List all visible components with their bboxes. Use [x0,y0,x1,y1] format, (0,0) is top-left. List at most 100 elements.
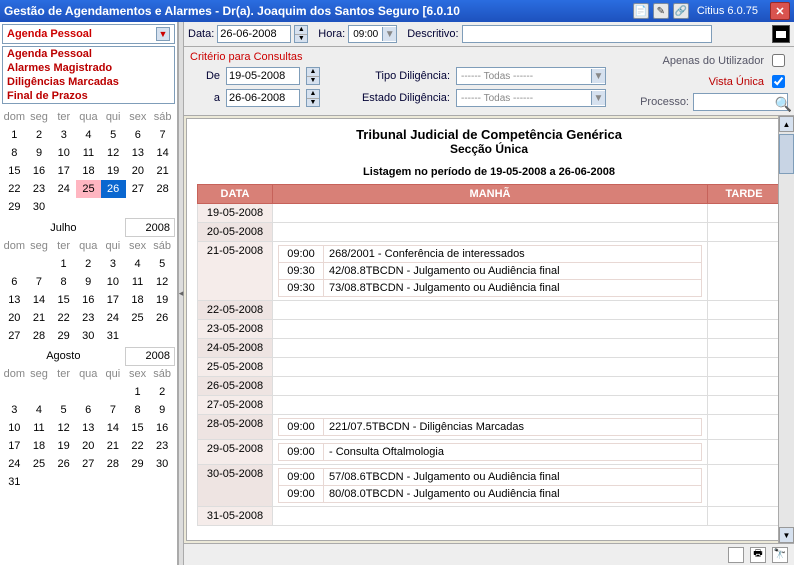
calendar-day[interactable]: 9 [27,144,52,162]
calendar-day[interactable] [125,327,150,345]
calendar-day[interactable]: 31 [101,327,126,345]
calendar-day[interactable]: 3 [2,401,27,419]
chevron-down-icon[interactable]: ▼ [156,27,170,41]
calendar-day[interactable]: 18 [27,437,52,455]
a-spinner[interactable]: ▲▼ [306,89,320,107]
calendar-day[interactable] [76,198,101,216]
calendar-day[interactable]: 3 [101,255,126,273]
data-spinner[interactable]: ▲▼ [294,25,308,43]
binocular-icon[interactable]: 🔭 [772,547,788,563]
a-input[interactable] [226,89,300,107]
calendar-day[interactable]: 20 [2,309,27,327]
calendar-day[interactable] [51,473,76,491]
calendar-day[interactable]: 4 [125,255,150,273]
calendar-day[interactable]: 11 [125,273,150,291]
vista-checkbox[interactable] [772,75,785,88]
edit-icon[interactable]: ✎ [653,3,669,19]
calendar-day[interactable]: 9 [76,273,101,291]
menu-item[interactable]: Diligências Marcadas [3,75,174,89]
calendar-day[interactable] [101,473,126,491]
calendar-day[interactable]: 26 [101,180,126,198]
calendar-day[interactable]: 29 [51,327,76,345]
calendar-day[interactable]: 5 [51,401,76,419]
calendar-day[interactable]: 24 [2,455,27,473]
calendar-day[interactable]: 27 [2,327,27,345]
calendar-day[interactable]: 13 [126,144,151,162]
calendar-day[interactable]: 23 [76,309,101,327]
calendar-day[interactable]: 27 [126,180,151,198]
calendar-day[interactable]: 25 [125,309,150,327]
calendar-day[interactable]: 16 [150,419,175,437]
calendar-day[interactable] [126,198,151,216]
calendar-day[interactable]: 5 [150,255,175,273]
calendar-day[interactable]: 19 [51,437,76,455]
calendar-day[interactable]: 27 [76,455,101,473]
calendar-day[interactable]: 14 [150,144,175,162]
calendar-day[interactable]: 29 [2,198,27,216]
calendar-day[interactable]: 23 [150,437,175,455]
scrollbar[interactable]: ▲ ▼ [778,116,794,543]
pdf-icon[interactable]: ⬇ [728,547,744,563]
calendar-day[interactable]: 10 [101,273,126,291]
chevron-down-icon[interactable]: ▼ [382,27,396,41]
calendar-day[interactable] [2,383,27,401]
menu-item[interactable]: Agenda Pessoal [3,47,174,61]
de-spinner[interactable]: ▲▼ [306,67,320,85]
descritivo-input[interactable] [462,25,712,43]
calendar-day[interactable]: 5 [101,126,126,144]
calendar-day[interactable]: 28 [150,180,175,198]
menu-item[interactable]: Final de Prazos [3,89,174,103]
calendar-day[interactable]: 22 [125,437,150,455]
calendar-day[interactable]: 6 [126,126,151,144]
calendar-day[interactable]: 28 [27,327,52,345]
calendar-day[interactable] [27,473,52,491]
calendar-day[interactable] [101,383,126,401]
calendar-day[interactable] [76,473,101,491]
calendar-day[interactable] [51,198,76,216]
search-icon[interactable]: 🔍 [775,96,792,113]
calendar-day[interactable]: 10 [51,144,76,162]
calendar-day[interactable]: 7 [101,401,126,419]
calendar-day[interactable]: 26 [150,309,175,327]
calendar-day[interactable]: 26 [51,455,76,473]
calendar-day[interactable]: 29 [125,455,150,473]
year-label[interactable]: 2008 [125,347,174,365]
calendar-day[interactable] [27,383,52,401]
link-icon[interactable]: 🔗 [673,3,689,19]
calendar-day[interactable]: 22 [2,180,27,198]
calendar-day[interactable]: 25 [76,180,101,198]
calendar-day[interactable]: 11 [27,419,52,437]
scroll-thumb[interactable] [779,134,794,174]
calendar-day[interactable]: 4 [27,401,52,419]
save-button[interactable] [772,25,790,43]
calendar-day[interactable] [2,255,27,273]
calendar-day[interactable] [101,198,126,216]
calendar-day[interactable]: 8 [125,401,150,419]
calendar-day[interactable]: 15 [51,291,76,309]
calendar-day[interactable]: 25 [27,455,52,473]
calendar-day[interactable]: 30 [76,327,101,345]
calendar-day[interactable]: 15 [125,419,150,437]
calendar-day[interactable] [150,198,175,216]
calendar-day[interactable]: 10 [2,419,27,437]
tipo-select[interactable]: ------ Todas ------ ▼ [456,67,606,85]
calendar-day[interactable]: 1 [2,126,27,144]
hora-select[interactable]: 09:00 ▼ [348,25,397,43]
notes-icon[interactable]: 📄 [633,3,649,19]
calendar-day[interactable]: 19 [101,162,126,180]
scroll-up-icon[interactable]: ▲ [779,116,794,132]
calendar-day[interactable]: 21 [150,162,175,180]
calendar-day[interactable]: 1 [125,383,150,401]
print-icon[interactable]: 🖶 [750,547,766,563]
calendar-day[interactable]: 4 [76,126,101,144]
calendar-day[interactable]: 20 [76,437,101,455]
calendar-day[interactable]: 2 [27,126,52,144]
chevron-down-icon[interactable]: ▼ [591,69,605,83]
calendar-day[interactable] [51,383,76,401]
menu-item[interactable]: Alarmes Magistrado [3,61,174,75]
year-label[interactable]: 2008 [125,219,174,237]
close-button[interactable]: ✕ [770,2,790,20]
calendar-day[interactable]: 24 [51,180,76,198]
calendar-day[interactable]: 9 [150,401,175,419]
calendar-day[interactable]: 12 [150,273,175,291]
